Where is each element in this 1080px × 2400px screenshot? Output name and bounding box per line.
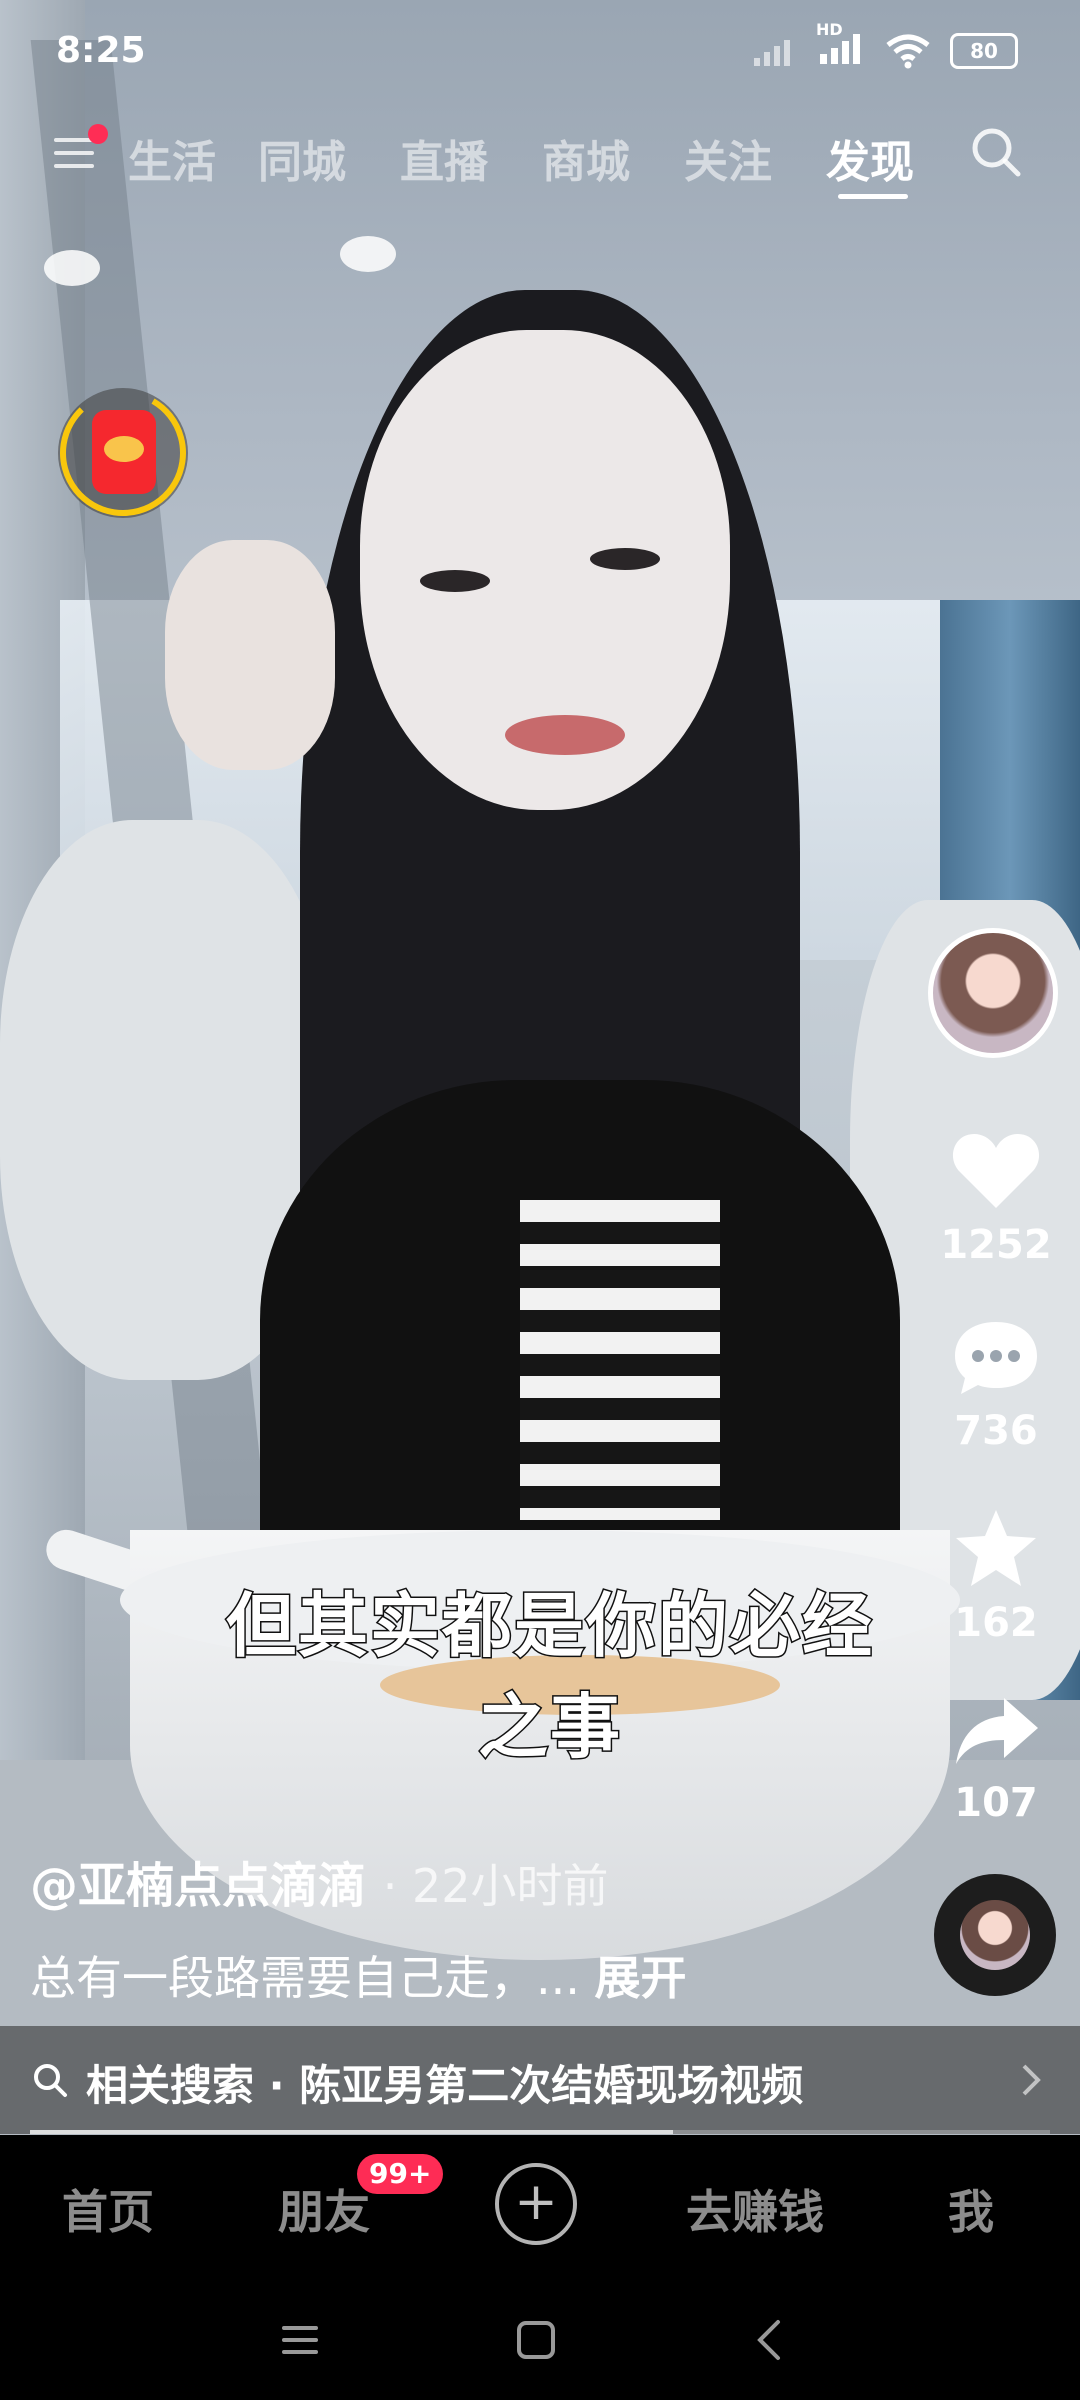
tab-life[interactable]: 生活	[128, 126, 216, 190]
share-arrow-icon	[956, 1698, 1038, 1764]
search-icon	[34, 2064, 67, 2097]
tab-local[interactable]: 同城	[258, 126, 346, 190]
signal-hd-icon: HD	[816, 20, 866, 70]
related-search-prefix: 相关搜索	[86, 2061, 255, 2110]
bottom-tab-earn[interactable]: 去赚钱	[686, 2176, 824, 2242]
related-search-separator: ·	[268, 2061, 285, 2110]
favorite-count: 162	[954, 1600, 1038, 1646]
like-count: 1252	[940, 1222, 1052, 1268]
video-scene-light	[44, 250, 100, 286]
music-cover	[960, 1900, 1030, 1970]
tab-mall[interactable]: 商城	[542, 126, 630, 190]
video-caption: 总有一段路需要自己走，... 展开	[30, 1942, 687, 2008]
video-person-striped-shirt	[520, 1200, 720, 1520]
like-button[interactable]: 1252	[928, 1130, 1064, 1268]
video-person-lips	[505, 715, 625, 755]
recent-apps-icon[interactable]	[270, 2310, 330, 2370]
battery-icon: 80	[950, 33, 1018, 69]
search-icon[interactable]	[970, 126, 1022, 178]
video-person-eye	[590, 548, 660, 570]
favorite-button[interactable]: 162	[928, 1506, 1064, 1646]
network-type-label: HD	[816, 20, 843, 39]
video-subtitle: 但其实都是你的必经之事	[225, 1584, 874, 1770]
post-time: · 22小时前	[382, 1859, 609, 1913]
status-time: 8:25	[56, 30, 146, 71]
tab-following[interactable]: 关注	[684, 126, 772, 190]
wifi-icon	[886, 34, 930, 69]
status-bar: 8:25 HD 80	[0, 0, 1080, 100]
video-person-eye	[420, 570, 490, 592]
caption-text: 总有一段路需要自己走，...	[30, 1951, 580, 2005]
share-count: 107	[954, 1780, 1038, 1826]
author-avatar[interactable]	[928, 928, 1058, 1058]
related-search-query: 陈亚男第二次结婚现场视频	[299, 2061, 804, 2110]
comment-count: 736	[954, 1408, 1038, 1454]
tab-active-indicator	[838, 194, 908, 199]
bottom-tab-friends[interactable]: 朋友	[278, 2176, 370, 2242]
share-button[interactable]: 107	[928, 1694, 1064, 1826]
home-icon[interactable]	[506, 2310, 566, 2370]
tab-live[interactable]: 直播	[400, 126, 488, 190]
video-person-hand	[165, 540, 335, 770]
video-progress-fill	[30, 2130, 673, 2134]
video-scene-light	[340, 236, 396, 272]
friends-badge: 99+	[357, 2154, 444, 2194]
related-search-text[interactable]: 相关搜索 · 陈亚男第二次结婚现场视频	[86, 2052, 803, 2113]
comment-button[interactable]: 736	[928, 1318, 1064, 1454]
video-player[interactable]	[0, 0, 1080, 2135]
back-icon[interactable]	[740, 2310, 800, 2370]
status-icons: HD 80	[752, 20, 1018, 70]
bottom-tab-me[interactable]: 我	[948, 2176, 994, 2242]
bottom-tab-home[interactable]: 首页	[62, 2176, 154, 2242]
notification-dot	[88, 124, 108, 144]
chevron-right-icon	[1022, 2064, 1041, 2096]
video-author-line: @亚楠点点滴滴 · 22小时前	[30, 1846, 609, 1916]
heart-icon	[952, 1134, 1040, 1208]
tab-discover[interactable]: 发现	[826, 126, 914, 190]
comment-icon	[955, 1322, 1037, 1394]
star-icon	[956, 1510, 1036, 1586]
signal-off-icon	[754, 40, 790, 66]
plus-icon: +	[514, 2172, 558, 2232]
expand-caption-button[interactable]: 展开	[595, 1951, 687, 2005]
red-packet-clasp	[104, 436, 144, 462]
author-name[interactable]: @亚楠点点滴滴	[30, 1858, 366, 1914]
